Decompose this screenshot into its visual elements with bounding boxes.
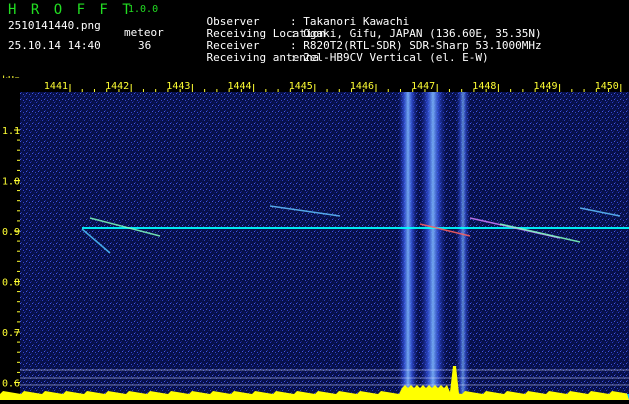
- waterfall-svg: 1441 1442 1443 1444 1445 1446 1447 1448 1449 1450…: [0, 81, 629, 400]
- meteor-count: 36: [138, 39, 152, 52]
- freq-tick-label: 1448: [472, 81, 496, 92]
- freq-tick-label: 1449: [534, 81, 558, 92]
- waterfall-noise: [20, 92, 629, 400]
- freq-tick-label: 1443: [166, 81, 190, 92]
- time-tick-label: 1.1: [2, 126, 20, 137]
- noise-band-right: [456, 92, 470, 400]
- capture-datetime: 25.10.14 14:40: [8, 39, 101, 52]
- freq-tick-label: 1442: [105, 81, 129, 92]
- time-tick-label: 0.9: [2, 227, 20, 238]
- freq-tick-label: 1447: [411, 81, 435, 92]
- info-value: : 2el-HB9CV Vertical (el. E-W): [290, 51, 489, 64]
- time-tick-label: 0.8: [2, 278, 20, 289]
- noise-band-left: [398, 92, 418, 400]
- freq-tick-label: 1450: [595, 81, 619, 92]
- meteor-label: meteor: [124, 26, 164, 39]
- time-tick-label: 0.7: [2, 328, 20, 339]
- noise-band-center: [420, 92, 446, 400]
- header-panel: H R O F F T 1.0.0 2510141440.png 25.10.1…: [0, 0, 629, 86]
- freq-tick-label: 1446: [350, 81, 374, 92]
- waterfall-display: 1441 1442 1443 1444 1445 1446 1447 1448 1449 1450…: [0, 78, 629, 400]
- info-row-antenna: Receiving antenna: 2el-HB9CV Vertical (e…: [180, 40, 489, 76]
- freq-tick-label: 1444: [228, 81, 252, 92]
- app-version: 1.0.0: [128, 4, 159, 15]
- time-tick-label: 1.0: [2, 177, 20, 188]
- freq-tick-label: 1441: [44, 81, 68, 92]
- time-tick-label: 0.6: [2, 379, 20, 390]
- file-name: 2510141440.png: [8, 19, 101, 32]
- app-title: H R O F F T: [8, 2, 134, 18]
- freq-tick-label: 1445: [289, 81, 313, 92]
